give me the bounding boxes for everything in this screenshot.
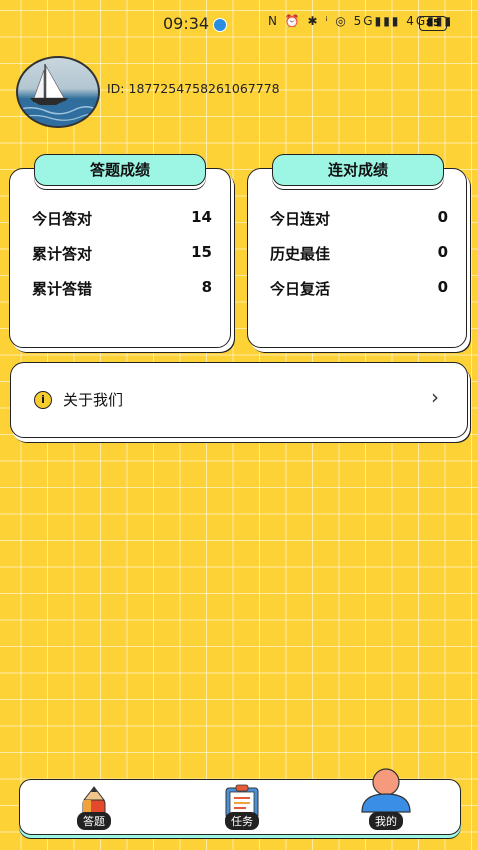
stat-label: 累计答错: [32, 280, 93, 298]
streak-score-card: 连对成绩 今日连对 0 历史最佳 0 今日复活 0: [247, 154, 467, 348]
battery-indicator: 85: [419, 16, 450, 31]
status-bar: 09:34 N ⏰ ✱ ⁱ ◎ 5G▮▮▮ 4G▮▮▮ 85: [0, 0, 478, 46]
tab-tasks[interactable]: 任务: [202, 780, 282, 834]
stat-row-best-streak: 历史最佳 0: [270, 243, 448, 264]
notification-shield-icon: [213, 18, 227, 32]
answer-score-card: 答题成绩 今日答对 14 累计答对 15 累计答错 8: [9, 154, 231, 348]
user-id: ID: 1877254758261067778: [107, 81, 280, 96]
stat-value: 14: [191, 208, 212, 226]
stat-row-total-correct: 累计答对 15: [32, 243, 212, 264]
about-us-label: 关于我们: [63, 391, 124, 409]
stat-row-today-streak: 今日连对 0: [270, 208, 448, 229]
stat-row-total-wrong: 累计答错 8: [32, 278, 212, 299]
tab-answer-label: 答题: [77, 812, 111, 830]
stat-value: 0: [437, 243, 448, 261]
tab-mine-label: 我的: [369, 812, 403, 830]
streak-score-title: 连对成绩: [272, 154, 444, 186]
stat-label: 今日复活: [270, 280, 331, 298]
stat-value: 0: [437, 278, 448, 296]
tab-tasks-label: 任务: [225, 812, 259, 830]
tab-mine[interactable]: 我的: [346, 768, 426, 834]
avatar[interactable]: [16, 56, 100, 128]
tab-answer[interactable]: 答题: [54, 780, 134, 834]
stat-label: 累计答对: [32, 245, 93, 263]
stat-label: 历史最佳: [270, 245, 331, 263]
stat-row-today-correct: 今日答对 14: [32, 208, 212, 229]
about-us-item[interactable]: i 关于我们 ›: [10, 362, 468, 438]
answer-score-title: 答题成绩: [34, 154, 206, 186]
stat-value: 8: [201, 278, 212, 296]
stat-value: 15: [191, 243, 212, 261]
info-icon: i: [34, 391, 52, 409]
sailboat-icon: [18, 64, 98, 126]
stat-value: 0: [437, 208, 448, 226]
chevron-right-icon: ›: [431, 385, 439, 409]
stat-label: 今日连对: [270, 210, 331, 228]
status-time: 09:34: [163, 14, 210, 33]
stat-label: 今日答对: [32, 210, 93, 228]
stat-row-today-revive: 今日复活 0: [270, 278, 448, 299]
bottom-tab-bar: 答题 任务 我的: [19, 768, 461, 835]
